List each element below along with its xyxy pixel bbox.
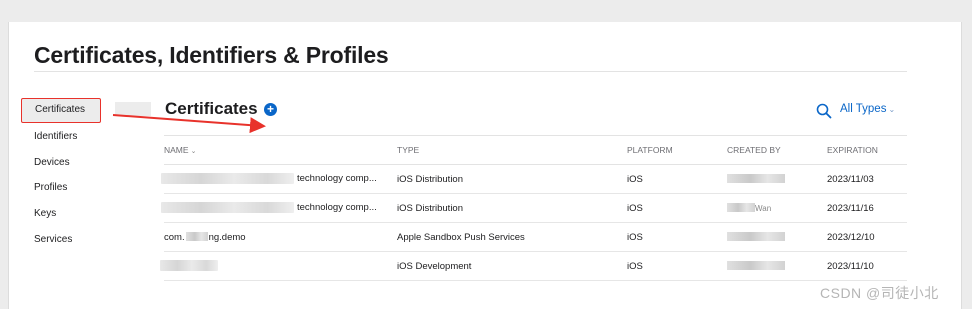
table-row[interactable]: technology comp... iOS Distribution iOS … — [161, 164, 907, 194]
sidebar-item-certificates[interactable]: Certificates — [21, 98, 151, 123]
sidebar-item-label: Profiles — [34, 182, 68, 194]
sidebar-item-label: Identifiers — [34, 131, 78, 142]
redacted-text — [727, 203, 755, 213]
redacted-text — [161, 173, 294, 185]
cell-created-by — [727, 222, 827, 252]
cell-expiration: 2023/11/03 — [827, 164, 907, 194]
sidebar-item-identifiers[interactable]: Identifiers — [21, 124, 151, 150]
sidebar-item-label: Keys — [34, 208, 57, 220]
cell-type: iOS Development — [397, 251, 627, 281]
developer-page: Certificates, Identifiers & Profiles Cer… — [8, 22, 962, 309]
plus-circle-icon[interactable]: + — [264, 103, 277, 116]
chevron-down-icon: ⌄ — [888, 105, 896, 114]
sidebar-item-label: Services — [34, 233, 73, 245]
active-item-background — [115, 102, 151, 116]
cell-expiration: 2023/11/10 — [827, 251, 907, 281]
column-header-name[interactable]: NAME ⌄ — [164, 136, 397, 165]
section-title: Certificates — [165, 99, 258, 118]
sidebar-item-label: Certificates — [35, 104, 86, 115]
cell-expiration: 2023/11/16 — [827, 193, 907, 223]
table-header-row: NAME ⌄ TYPE PLATFORM CREATED BY EXPIRATIO… — [164, 136, 907, 165]
browser-top-strip — [0, 0, 972, 22]
page-title: Certificates, Identifiers & Profiles — [34, 42, 389, 68]
cell-name — [160, 251, 397, 281]
table-row[interactable]: com. ng.demo Apple Sandbox Push Services … — [164, 222, 907, 252]
cell-expiration: 2023/12/10 — [827, 222, 907, 252]
certificates-table: NAME ⌄ TYPE PLATFORM CREATED BY EXPIRATIO… — [160, 136, 907, 281]
sidebar-item-services[interactable]: Services — [21, 227, 151, 253]
column-header-type[interactable]: TYPE — [397, 136, 627, 165]
sidebar-item-label: Devices — [34, 156, 70, 168]
cell-created-by: Wan — [727, 193, 827, 223]
cell-name: technology comp... — [161, 164, 397, 194]
table-row[interactable]: technology comp... iOS Distribution iOS … — [161, 193, 907, 223]
column-header-expiration[interactable]: EXPIRATION — [827, 136, 907, 165]
cell-name: com. ng.demo — [164, 222, 397, 252]
cell-created-by — [727, 251, 827, 281]
cell-type: iOS Distribution — [397, 164, 627, 194]
redacted-text — [727, 232, 785, 242]
watermark: CSDN @司徒小北 — [820, 285, 939, 301]
cell-platform: iOS — [627, 164, 727, 194]
sort-chevron-icon: ⌄ — [190, 148, 197, 155]
sidebar-item-devices[interactable]: Devices — [21, 150, 151, 176]
redacted-text — [727, 261, 785, 271]
cell-platform: iOS — [627, 251, 727, 281]
redacted-text — [161, 202, 294, 214]
type-filter-dropdown[interactable]: All Types ⌄ — [840, 103, 895, 115]
column-header-platform[interactable]: PLATFORM — [627, 136, 727, 165]
redacted-text — [185, 232, 208, 242]
filter-label: All Types — [840, 103, 887, 115]
sidebar-item-keys[interactable]: Keys — [21, 201, 151, 227]
cell-platform: iOS — [627, 193, 727, 223]
table-row[interactable]: iOS Development iOS 2023/11/10 — [160, 251, 907, 281]
cell-type: iOS Distribution — [397, 193, 627, 223]
search-icon[interactable] — [816, 103, 832, 119]
title-divider — [34, 71, 907, 72]
cell-type: Apple Sandbox Push Services — [397, 222, 627, 252]
sidebar: Certificates Identifiers Devices Profile… — [21, 98, 151, 252]
redacted-text — [160, 260, 218, 272]
sidebar-item-profiles[interactable]: Profiles — [21, 175, 151, 201]
cell-name: technology comp... — [161, 193, 397, 223]
cell-platform: iOS — [627, 222, 727, 252]
redacted-text — [727, 174, 785, 184]
cell-created-by — [727, 164, 827, 194]
column-header-created-by[interactable]: CREATED BY — [727, 136, 827, 165]
